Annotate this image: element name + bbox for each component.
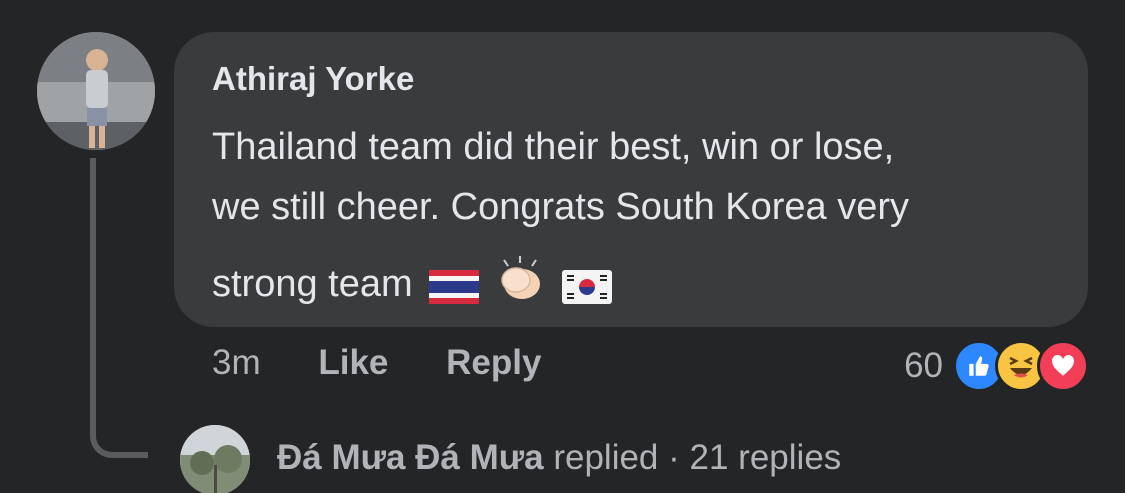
comment-text-line3: strong team	[212, 263, 413, 305]
like-button[interactable]: Like	[318, 343, 388, 382]
clapping-hands-icon	[496, 256, 546, 322]
replier-photo	[180, 425, 250, 493]
comment-timestamp[interactable]: 3m	[212, 343, 261, 382]
replier-avatar[interactable]	[180, 425, 250, 493]
comment-text-line3-container: strong team	[212, 254, 1072, 322]
reaction-icons	[953, 340, 1089, 392]
replied-label: replied	[553, 438, 659, 477]
comment-thread: Athiraj Yorke Thailand team did their be…	[0, 0, 1125, 493]
reply-button[interactable]: Reply	[446, 343, 541, 382]
comment-bubble: Athiraj Yorke Thailand team did their be…	[174, 32, 1088, 327]
reaction-count: 60	[904, 346, 943, 385]
south-korea-flag-icon	[562, 262, 613, 322]
replies-summary[interactable]: Đá Mưa Đá Mưa replied · 21 replies	[277, 438, 841, 478]
comment-text-line1: Thailand team did their best, win or los…	[212, 126, 895, 168]
comment-text: Thailand team did their best, win or los…	[212, 117, 1072, 322]
replies-count[interactable]: 21 replies	[690, 438, 842, 477]
replier-name[interactable]: Đá Mưa Đá Mưa	[277, 438, 544, 477]
separator-dot: ·	[668, 438, 680, 477]
thread-connector-line	[90, 158, 148, 458]
reactions-summary[interactable]: 60	[904, 340, 1089, 392]
love-reaction-icon	[1037, 340, 1089, 392]
commenter-photo	[37, 32, 155, 150]
commenter-avatar[interactable]	[37, 32, 155, 150]
thailand-flag-icon	[429, 262, 480, 322]
comment-actions: 3m Like Reply	[212, 343, 589, 383]
comment-author[interactable]: Athiraj Yorke	[212, 60, 414, 98]
comment-text-line2: we still cheer. Congrats South Korea ver…	[212, 186, 910, 228]
